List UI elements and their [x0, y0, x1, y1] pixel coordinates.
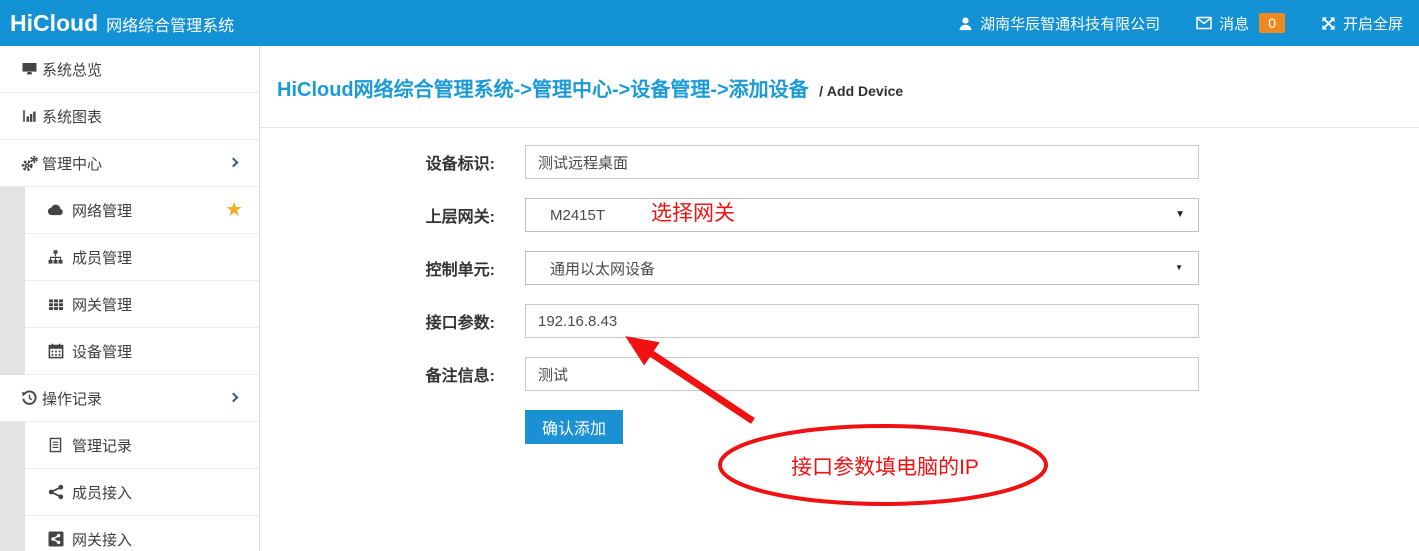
topbar: HiCloud 网络综合管理系统 湖南华辰智通科技有限公司 消息 0 开启全屏 — [0, 0, 1419, 46]
page-header: HiCloud网络综合管理系统->管理中心->设备管理->添加设备 / Add … — [260, 46, 1419, 128]
confirm-add-button[interactable]: 确认添加 — [525, 410, 623, 444]
interface-params-label: 接口参数: — [260, 309, 495, 333]
sidebar-item-device-management[interactable]: 设备管理 — [25, 328, 259, 375]
form-row-interface-params: 接口参数: — [260, 304, 1419, 338]
form-row-upper-gateway: 上层网关: M2415T ▼ — [260, 198, 1419, 232]
sidebar-item-label: 系统总览 — [42, 59, 102, 80]
messages-menu[interactable]: 消息 0 — [1196, 13, 1285, 34]
sidebar-item-label: 成员管理 — [72, 247, 132, 268]
share-square-icon — [47, 531, 64, 548]
desktop-icon — [21, 61, 38, 78]
sitemap-icon — [47, 249, 64, 266]
interface-params-input[interactable] — [525, 304, 1199, 338]
device-id-label: 设备标识: — [260, 150, 495, 174]
fullscreen-label: 开启全屏 — [1343, 13, 1403, 34]
sidebar-item-label: 管理记录 — [72, 435, 132, 456]
bar-chart-icon — [21, 108, 38, 125]
envelope-icon — [1196, 16, 1212, 30]
sidebar-item-operation-records[interactable]: 操作记录 — [0, 375, 259, 422]
company-name: 湖南华辰智通科技有限公司 — [980, 13, 1160, 34]
messages-label: 消息 — [1219, 13, 1249, 34]
sidebar-item-label: 设备管理 — [72, 341, 132, 362]
sidebar-item-system-overview[interactable]: 系统总览 — [0, 46, 259, 93]
form-row-remarks: 备注信息: — [260, 357, 1419, 391]
management-submenu: 网络管理 ★ 成员管理 网关管理 设备管理 — [0, 187, 259, 375]
brand-subtitle: 网络综合管理系统 — [106, 12, 234, 36]
sidebar-item-label: 系统图表 — [42, 106, 102, 127]
sidebar-item-gateway-management[interactable]: 网关管理 — [25, 281, 259, 328]
upper-gateway-value: M2415T — [550, 207, 605, 224]
calendar-icon — [47, 343, 64, 360]
sidebar-item-label: 操作记录 — [42, 388, 102, 409]
document-icon — [47, 437, 64, 454]
fullscreen-toggle[interactable]: 开启全屏 — [1321, 13, 1403, 34]
main-content: HiCloud网络综合管理系统->管理中心->设备管理->添加设备 / Add … — [260, 46, 1419, 551]
sidebar-item-network-management[interactable]: 网络管理 ★ — [25, 187, 259, 234]
favorite-star-icon[interactable]: ★ — [225, 200, 243, 220]
cloud-icon — [47, 202, 64, 219]
control-unit-select[interactable]: 通用以太网设备 ▼ — [525, 251, 1199, 285]
chevron-right-icon — [229, 392, 239, 402]
company-menu[interactable]: 湖南华辰智通科技有限公司 — [958, 13, 1160, 34]
sidebar-item-label: 网络管理 — [72, 200, 132, 221]
upper-gateway-label: 上层网关: — [260, 203, 495, 227]
app-brand: HiCloud 网络综合管理系统 — [10, 10, 234, 37]
user-icon — [958, 16, 973, 31]
history-icon — [21, 390, 38, 407]
sidebar-item-label: 成员接入 — [72, 482, 132, 503]
breadcrumb: HiCloud网络综合管理系统->管理中心->设备管理->添加设备 — [277, 79, 809, 101]
sidebar-item-gateway-access[interactable]: 网关接入 — [25, 516, 259, 551]
sidebar-item-management-records[interactable]: 管理记录 — [25, 422, 259, 469]
sidebar-item-management-center[interactable]: 管理中心 — [0, 140, 259, 187]
chevron-right-icon — [229, 157, 239, 167]
grid-icon — [47, 296, 64, 313]
brand-name: HiCloud — [10, 10, 98, 37]
share-icon — [47, 484, 64, 501]
form-row-device-id: 设备标识: — [260, 145, 1419, 179]
add-device-form: 设备标识: 上层网关: M2415T ▼ 控制单元: 通用以太网设备 ▼ 接口参… — [260, 128, 1419, 444]
gears-icon — [21, 155, 38, 172]
control-unit-label: 控制单元: — [260, 256, 495, 280]
sidebar: 系统总览 系统图表 管理中心 网络管理 ★ — [0, 46, 260, 551]
sidebar-item-system-charts[interactable]: 系统图表 — [0, 93, 259, 140]
sidebar-item-member-access[interactable]: 成员接入 — [25, 469, 259, 516]
caret-down-icon: ▼ — [1175, 210, 1185, 220]
sidebar-item-member-management[interactable]: 成员管理 — [25, 234, 259, 281]
expand-icon — [1321, 16, 1336, 31]
messages-count-badge: 0 — [1259, 13, 1285, 33]
sidebar-item-label: 网关管理 — [72, 294, 132, 315]
breadcrumb-suffix: / Add Device — [819, 83, 903, 99]
remarks-label: 备注信息: — [260, 362, 495, 386]
form-row-control-unit: 控制单元: 通用以太网设备 ▼ — [260, 251, 1419, 285]
upper-gateway-select[interactable]: M2415T ▼ — [525, 198, 1199, 232]
control-unit-value: 通用以太网设备 — [550, 258, 655, 279]
sidebar-item-label: 管理中心 — [42, 153, 102, 174]
device-id-input[interactable] — [525, 145, 1199, 179]
caret-down-icon: ▼ — [1175, 264, 1183, 272]
sidebar-item-label: 网关接入 — [72, 529, 132, 550]
remarks-input[interactable] — [525, 357, 1199, 391]
records-submenu: 管理记录 成员接入 网关接入 — [0, 422, 259, 551]
